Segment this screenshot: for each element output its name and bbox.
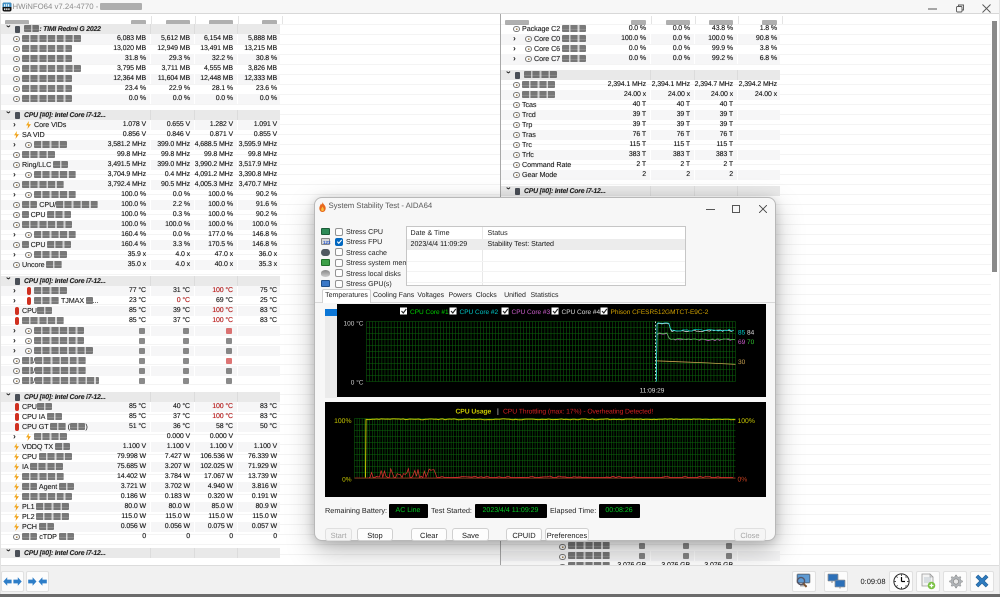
svg-text:70: 70 bbox=[747, 339, 755, 346]
svg-text:CPU Core #4: CPU Core #4 bbox=[561, 309, 600, 316]
svg-text:0%: 0% bbox=[342, 477, 352, 484]
svg-text:69: 69 bbox=[738, 339, 746, 346]
svg-text:Phison CFESR512GMTCT-E9C-2: Phison CFESR512GMTCT-E9C-2 bbox=[610, 309, 708, 316]
svg-text:84: 84 bbox=[747, 330, 755, 337]
svg-text:100%: 100% bbox=[737, 418, 754, 425]
svg-text:|: | bbox=[497, 408, 499, 416]
svg-text:11:09:29: 11:09:29 bbox=[639, 388, 664, 395]
svg-text:0 °C: 0 °C bbox=[350, 380, 363, 387]
svg-text:0%: 0% bbox=[737, 477, 747, 484]
svg-text:CPU Core #2: CPU Core #2 bbox=[459, 309, 498, 316]
svg-text:100%: 100% bbox=[334, 418, 351, 425]
svg-text:CPU Core #3: CPU Core #3 bbox=[511, 309, 550, 316]
svg-text:30: 30 bbox=[738, 359, 746, 366]
svg-text:100 °C: 100 °C bbox=[343, 321, 363, 328]
svg-text:85: 85 bbox=[738, 330, 746, 337]
svg-text:CPU Core #1: CPU Core #1 bbox=[410, 309, 449, 316]
svg-text:CPU Throttling (max: 17%) - Ov: CPU Throttling (max: 17%) - Overheating … bbox=[503, 409, 653, 416]
svg-text:CPU Usage: CPU Usage bbox=[455, 409, 491, 416]
